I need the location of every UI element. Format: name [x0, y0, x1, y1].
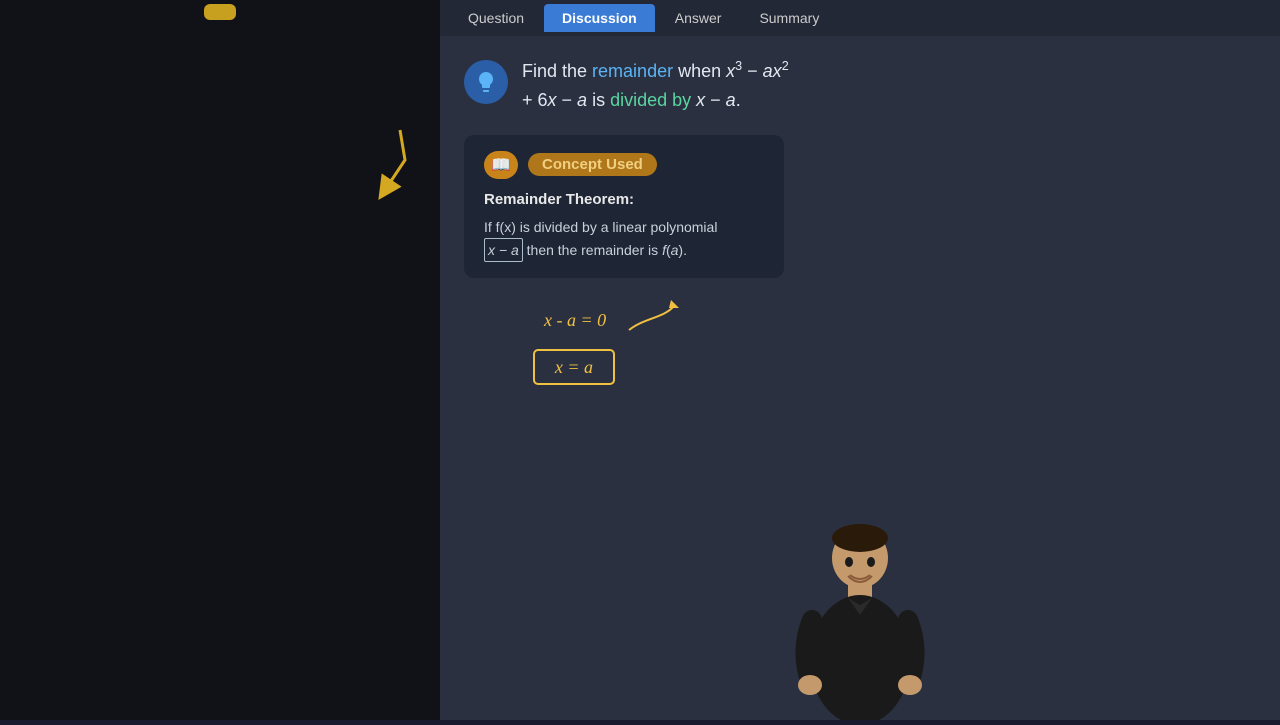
question-highlight-divided: divided by — [610, 90, 691, 110]
concept-card: 📖 Concept Used Remainder Theorem: If f(x… — [464, 135, 784, 279]
question-divisor: x − a. — [691, 90, 741, 110]
question-eq1: x3 − ax2 — [726, 61, 789, 81]
arrow-decoration — [350, 120, 410, 200]
svg-text:x - a = 0: x - a = 0 — [543, 310, 606, 330]
presenter-area — [760, 500, 960, 720]
tab-bar: Question Discussion Answer Summary — [440, 0, 1280, 36]
diagram-area: x - a = 0 x = a — [464, 298, 1256, 398]
question-text: Find the remainder when x3 − ax2 + 6x − … — [522, 56, 789, 115]
concept-header: 📖 Concept Used — [484, 151, 764, 179]
lightbulb-icon — [464, 60, 508, 104]
theorem-body: If f(x) is divided by a linear polynomia… — [484, 216, 764, 263]
question-highlight-remainder: remainder — [592, 61, 673, 81]
question-when: when — [673, 61, 726, 81]
presenter-figure — [780, 520, 940, 720]
annotation-svg: x - a = 0 x = a — [514, 298, 714, 398]
question-block: Find the remainder when x3 − ax2 + 6x − … — [464, 56, 1256, 115]
theorem-body-2: then the remainder is f(a). — [523, 242, 687, 258]
question-eq2: + 6x − a — [522, 90, 587, 110]
tab-summary[interactable]: Summary — [741, 4, 837, 32]
question-is-divided: is — [587, 90, 610, 110]
tab-discussion[interactable]: Discussion — [544, 4, 655, 32]
theorem-body-1: If f(x) is divided by a linear polynomia… — [484, 219, 717, 235]
left-panel — [0, 0, 440, 720]
tab-answer[interactable]: Answer — [657, 4, 740, 32]
theorem-boxed-term: x − a — [484, 238, 523, 262]
concept-label: Concept Used — [528, 153, 657, 176]
theorem-title: Remainder Theorem: — [484, 191, 764, 208]
tab-question[interactable]: Question — [450, 4, 542, 32]
thumbnail-card — [204, 4, 236, 20]
book-icon: 📖 — [484, 151, 518, 179]
main-panel: Question Discussion Answer Summary Find … — [440, 0, 1280, 720]
svg-text:x = a: x = a — [554, 357, 593, 377]
question-prefix: Find the — [522, 61, 592, 81]
